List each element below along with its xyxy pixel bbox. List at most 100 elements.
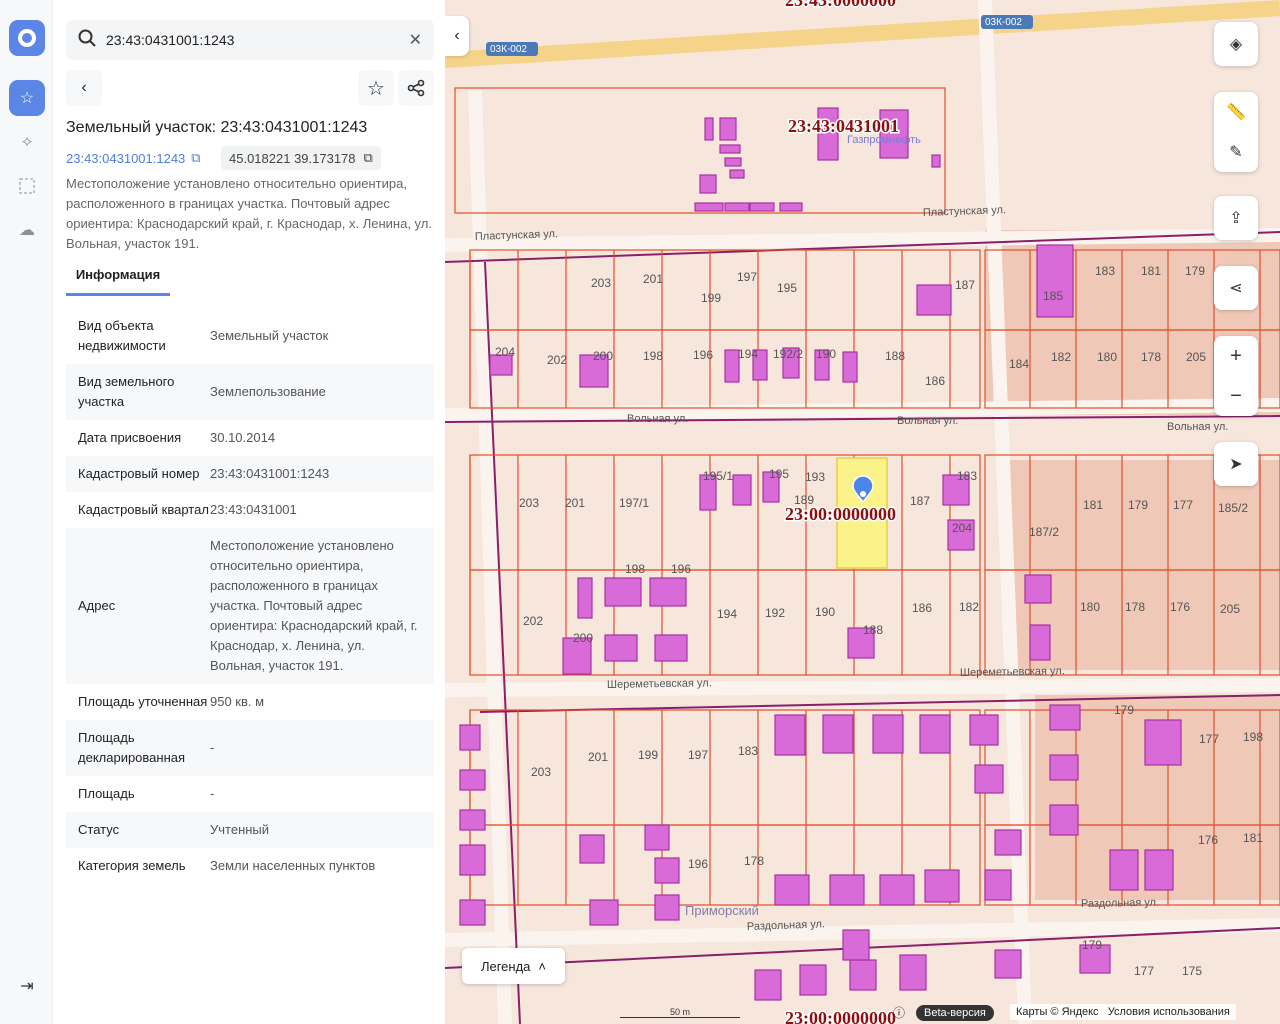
parcel-number: 187/2 bbox=[1029, 525, 1059, 539]
terms-link[interactable]: Условия использования bbox=[1108, 1006, 1230, 1018]
back-button[interactable]: ‹ bbox=[66, 70, 102, 106]
building bbox=[1049, 704, 1081, 731]
info-value: - bbox=[210, 786, 215, 801]
building bbox=[754, 969, 782, 1001]
parcel-boundary bbox=[454, 87, 946, 214]
cloud-icon[interactable]: ☁ bbox=[9, 212, 45, 248]
parcel-number: 190 bbox=[816, 347, 836, 361]
building bbox=[774, 714, 806, 756]
building bbox=[879, 874, 915, 906]
parcel-number: 176 bbox=[1170, 600, 1190, 614]
map-share-button[interactable]: ⋖ bbox=[1214, 266, 1258, 310]
parcel-number: 205 bbox=[1220, 602, 1240, 616]
info-row: Кадастровый номер 23:43:0431001:1243 bbox=[66, 456, 434, 492]
app-logo[interactable] bbox=[9, 20, 45, 56]
building bbox=[724, 349, 740, 383]
edit-icon[interactable]: ✎ bbox=[1229, 142, 1242, 162]
parcel-number: 194 bbox=[738, 347, 758, 361]
info-value: Земельный участок bbox=[210, 328, 329, 343]
clear-icon[interactable]: ✕ bbox=[409, 30, 422, 50]
parcel-number: 202 bbox=[523, 614, 543, 628]
building bbox=[699, 174, 717, 194]
cadastral-number-link[interactable]: 23:43:0431001:1243 ⧉ bbox=[66, 150, 201, 166]
map-attribution: Карты © Яндекс Условия использования bbox=[1010, 1004, 1236, 1020]
coordinates-chip[interactable]: 45.018221 39.173178 ⧉ bbox=[221, 146, 381, 170]
share-icon[interactable] bbox=[398, 70, 434, 106]
favorites-star-icon[interactable]: ☆ bbox=[9, 80, 45, 116]
building bbox=[1144, 719, 1182, 766]
building bbox=[974, 764, 1004, 794]
building bbox=[729, 169, 745, 179]
copy-icon[interactable]: ⧉ bbox=[191, 150, 200, 166]
building bbox=[459, 809, 486, 831]
building bbox=[719, 144, 741, 154]
parcel-number: 187 bbox=[955, 278, 975, 292]
login-icon[interactable]: ⇥ bbox=[9, 968, 45, 1004]
road-badge-label: 03К-002 bbox=[985, 17, 1022, 28]
parcel-number: 197/1 bbox=[619, 496, 649, 510]
parcel-number: 190 bbox=[815, 605, 835, 619]
favorite-star-icon[interactable]: ☆ bbox=[358, 70, 394, 106]
parcel-number: 179 bbox=[1185, 264, 1205, 278]
scale-bar: 50 m bbox=[620, 1007, 740, 1018]
share-icon: ⋖ bbox=[1229, 280, 1243, 297]
info-value: 23:43:0431001:1243 bbox=[210, 466, 330, 481]
parcel-number: 201 bbox=[643, 272, 663, 286]
building bbox=[1024, 574, 1052, 604]
street-label: Вольная ул. bbox=[627, 413, 688, 425]
info-key: Площадь уточненная bbox=[78, 694, 208, 709]
map[interactable]: Пластунская ул. Пластунская ул. Вольная ул… bbox=[445, 0, 1280, 1024]
info-row: Адрес Местоположение установлено относите… bbox=[66, 528, 434, 684]
building bbox=[899, 954, 927, 991]
zoom-out-button[interactable]: − bbox=[1230, 385, 1242, 408]
map-canvas[interactable]: Пластунская ул.Пластунская ул.Вольная ул… bbox=[445, 0, 1280, 1024]
tab-information[interactable]: Информация bbox=[66, 262, 170, 296]
building bbox=[604, 577, 642, 607]
building bbox=[1049, 804, 1079, 836]
upload-button[interactable]: ⇪ bbox=[1214, 196, 1258, 240]
parcel-number: 178 bbox=[1141, 350, 1161, 364]
parcel-number: 192 bbox=[765, 606, 785, 620]
parcel-number: 181 bbox=[1083, 498, 1103, 512]
zoom-in-button[interactable]: + bbox=[1230, 345, 1242, 368]
info-value: Земли населенных пунктов bbox=[210, 858, 376, 873]
polygon-tool-icon[interactable]: ⟡ bbox=[9, 124, 45, 160]
info-row: Вид земельного участка Землепользование bbox=[66, 364, 434, 420]
building bbox=[459, 724, 481, 751]
parcel-number: 177 bbox=[1199, 732, 1219, 746]
legend-button[interactable]: Легенда ˄ bbox=[462, 948, 565, 984]
cadastral-block-label: 23:00:0000000 bbox=[785, 1008, 896, 1024]
parcel-number: 188 bbox=[885, 349, 905, 363]
search-box[interactable]: ✕ bbox=[66, 20, 434, 60]
building bbox=[829, 874, 865, 906]
info-row: Площадь декларированная - bbox=[66, 720, 434, 776]
layers-button[interactable]: ◈ bbox=[1214, 22, 1258, 66]
copy-icon[interactable]: ⧉ bbox=[364, 150, 373, 166]
parcel-number: 177 bbox=[1134, 964, 1154, 978]
building bbox=[589, 899, 619, 926]
search-input[interactable] bbox=[106, 32, 409, 48]
info-icon[interactable]: ⓘ bbox=[893, 1004, 905, 1021]
building bbox=[459, 899, 486, 926]
building bbox=[774, 874, 810, 906]
building bbox=[704, 117, 714, 141]
parcel-number: 178 bbox=[744, 854, 764, 868]
parcel-number: 195 bbox=[777, 281, 797, 295]
building bbox=[919, 714, 951, 754]
ruler-icon[interactable]: 📏 bbox=[1226, 102, 1246, 122]
layers-icon: ◈ bbox=[1229, 36, 1243, 53]
cadastral-number[interactable]: 23:43:0431001:1243 bbox=[66, 151, 185, 166]
parcel-number: 200 bbox=[573, 631, 593, 645]
highway bbox=[445, 0, 1280, 68]
select-area-icon[interactable] bbox=[9, 168, 45, 204]
building bbox=[579, 834, 605, 864]
geolocate-button[interactable]: ➤ bbox=[1214, 442, 1258, 486]
copyright[interactable]: Карты © Яндекс bbox=[1016, 1006, 1099, 1018]
info-key: Площадь декларированная bbox=[78, 730, 186, 765]
building bbox=[842, 351, 858, 383]
building bbox=[604, 634, 638, 662]
info-row: Категория земель Земли населенных пунктов bbox=[66, 848, 434, 884]
collapse-panel-button[interactable]: ‹ bbox=[445, 16, 469, 56]
parcel-number: 203 bbox=[591, 276, 611, 290]
info-key: Адрес bbox=[78, 598, 116, 613]
